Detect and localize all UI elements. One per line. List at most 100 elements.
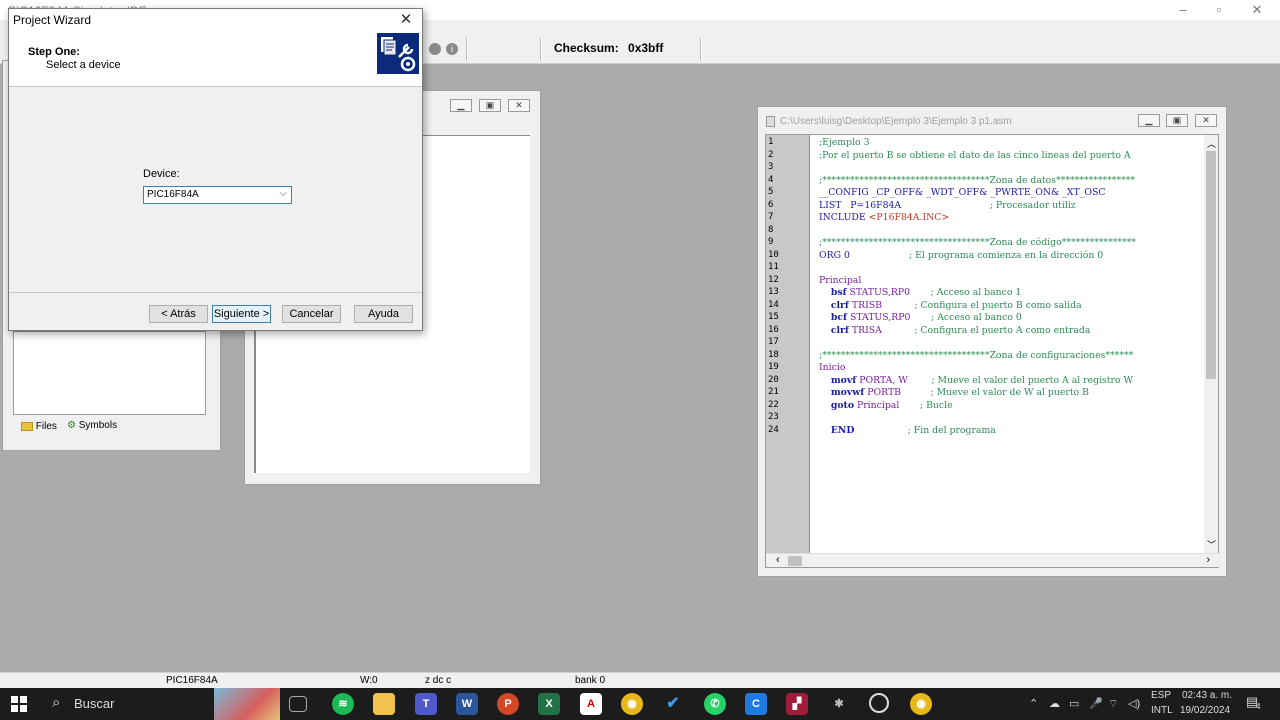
code-line[interactable]: bcf STATUS,RP0 ; Acceso al banco 0 [819,312,1022,323]
powerpoint-icon[interactable]: P [497,693,519,715]
word-icon[interactable]: W [456,693,478,715]
maximize-icon[interactable]: ▫ [1204,2,1234,17]
chevron-up-icon[interactable]: ︿ [1207,137,1216,150]
clock-time[interactable]: 02:43 a. m. [1182,690,1232,701]
back-button[interactable]: < Atrás [149,305,208,323]
code-line[interactable]: ;************************************Zon… [819,237,1136,248]
code-line[interactable]: END ; Fin del programa [819,425,996,436]
code-token: bcf [830,312,847,323]
volume-icon[interactable]: ◁) [1128,697,1140,710]
status-bar: PIC16F84A W:0 z dc c bank 0 [0,672,1280,688]
close-icon[interactable]: ✕ [508,99,530,112]
code-line[interactable]: ;Ejemplo 3 [819,137,870,148]
battery-icon[interactable]: ▭ [1069,697,1079,710]
microphone-icon[interactable]: 🎤 [1089,697,1103,710]
code-token: ; Configura el puerto B como salida [881,299,1082,311]
code-line[interactable]: INCLUDE <P16F84A.INC> [819,212,949,223]
taskbar-search[interactable]: ⌕ Buscar [42,688,280,720]
code-token: ; Configura el puerto A como entrada [881,324,1091,336]
chevron-up-icon[interactable]: ⌃ [1029,697,1038,710]
code-token: __CONFIG _CP_OFF& _WDT_OFF& _PWRTE_ON& _… [819,187,1106,198]
wizard-header: Step One: Select a device [9,29,422,87]
tab-symbols[interactable]: ⚙ Symbols [67,420,117,431]
task-view-icon[interactable] [289,696,307,712]
close-icon[interactable]: ✕ [1242,2,1272,18]
code-line[interactable]: bsf STATUS,RP0 ; Acceso al banco 1 [819,287,1022,298]
network-icon[interactable]: ⌔ [1108,697,1118,711]
next-button[interactable]: Siguiente > [212,305,271,323]
toolbar-cloud-icon[interactable] [429,43,441,55]
cancel-button[interactable]: Cancelar [282,305,341,323]
language-indicator[interactable]: ESP [1151,690,1171,701]
folder-icon [21,421,33,431]
chrome-icon[interactable]: ◉ [621,693,643,715]
code-line[interactable]: goto Principal ; Bucle [819,400,953,411]
chrome-icon[interactable]: ◉ [910,693,932,715]
minimize-icon[interactable]: – [1168,2,1198,17]
teams-icon[interactable]: T [415,693,437,715]
code-token: ; Fin del programa [854,424,996,436]
code-line[interactable]: clrf TRISA ; Configura el puerto A como … [819,324,1091,336]
code-area[interactable]: ;Ejemplo 3 ;Por el puerto B se obtiene el… [766,135,1206,553]
maximize-icon[interactable]: ▣ [1166,114,1188,127]
code-token: STATUS,RP0 [846,287,910,298]
code-line[interactable]: LIST P=16F84A ; Procesador utiliz [819,200,1076,211]
toolbar-divider [700,38,702,60]
notification-count: 4 [1256,702,1261,711]
project-file-list[interactable] [13,331,206,415]
todo-icon[interactable]: ✔ [662,693,684,715]
simulator-icon[interactable]: ▞ [786,693,808,715]
code-token: Principal [854,399,900,411]
code-line[interactable]: clrf TRISB ; Configura el puerto B como … [819,300,1082,311]
code-line[interactable]: ;************************************Zon… [819,350,1133,361]
code-line[interactable]: Principal [819,275,861,286]
windows-start-icon[interactable] [11,696,27,712]
code-token: ; Acceso al banco 1 [909,287,1022,298]
excel-icon[interactable]: X [538,693,560,715]
code-line[interactable]: ;************************************Zon… [819,175,1135,186]
bug-icon[interactable]: ✱ [828,693,850,715]
device-dropdown[interactable]: PIC16F84A ⌵ [143,186,292,204]
code-editor[interactable]: 1 2 3 4 5 6 7 8 9 10 11 12 13 14 15 16 17 18 19 20 21 22 23 24 … [765,134,1220,568]
code-line[interactable]: movf PORTA, W ; Mueve el valor del puert… [819,375,1133,386]
close-icon[interactable]: ✕ [396,10,416,28]
scroll-thumb[interactable] [788,556,802,566]
vertical-scrollbar[interactable]: ︿ ﹀ [1204,135,1218,553]
info-icon[interactable]: i [446,43,458,55]
help-button[interactable]: Ayuda [354,305,413,323]
code-line[interactable]: ;Por el puerto B se obtiene el dato de l… [819,150,1131,161]
code-token: TRISA [848,324,882,336]
keyboard-layout[interactable]: INTL [1151,705,1173,716]
spotify-icon[interactable]: ≋ [332,693,354,715]
step-subtitle: Select a device [46,59,121,71]
chevron-left-icon[interactable]: ‹ [776,554,780,566]
minimize-icon[interactable]: ▁ [450,99,472,112]
status-w-register: W:0 [360,675,378,686]
chevron-right-icon[interactable]: › [1206,554,1210,566]
code-token: movwf [830,387,865,398]
screen-recorder-icon[interactable] [869,693,889,713]
horizontal-scrollbar[interactable]: ‹ › [766,553,1220,567]
maximize-icon[interactable]: ▣ [479,99,501,112]
code-line[interactable]: __CONFIG _CP_OFF& _WDT_OFF& _PWRTE_ON& _… [819,187,1106,198]
scroll-thumb[interactable] [1206,151,1216,379]
file-explorer-icon[interactable] [373,693,395,715]
tab-files-label: Files [35,421,57,432]
acrobat-icon[interactable]: A [580,693,602,715]
cloud-icon[interactable]: ☁ [1049,697,1060,710]
whatsapp-icon[interactable]: ✆ [704,693,726,715]
code-token: clrf [830,299,849,311]
chevron-down-icon[interactable]: ﹀ [1207,538,1216,551]
code-line[interactable]: Inicio [819,362,845,373]
minimize-icon[interactable]: ▁ [1138,114,1160,127]
tab-files[interactable]: Files [21,421,57,432]
code-line[interactable]: ORG 0 ; El programa comienza en la direc… [819,250,1103,261]
code-token: Principal [819,274,862,286]
code-token: ;************************************Zon… [819,174,1136,186]
code-line[interactable]: movwf PORTB ; Mueve el valor de W al pue… [819,387,1089,398]
close-icon[interactable]: ✕ [1195,114,1217,127]
app-c-icon[interactable]: C [745,693,767,715]
clock-date[interactable]: 19/02/2024 [1180,705,1230,716]
